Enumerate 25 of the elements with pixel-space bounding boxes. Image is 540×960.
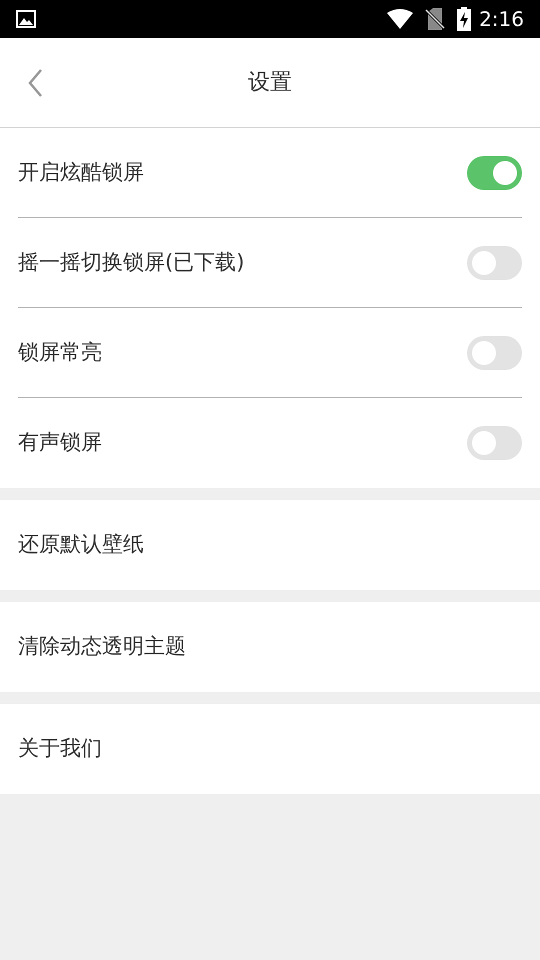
wifi-icon (387, 9, 414, 29)
row-label: 开启炫酷锁屏 (18, 158, 144, 186)
settings-row[interactable]: 开启炫酷锁屏 (18, 128, 522, 218)
settings-row[interactable]: 关于我们 (18, 704, 522, 794)
toggle-switch[interactable] (467, 336, 522, 370)
toggle-switch[interactable] (467, 156, 522, 190)
no-sim-icon (425, 8, 446, 30)
settings-row[interactable]: 还原默认壁纸 (18, 500, 522, 590)
image-icon (16, 10, 36, 28)
status-time: 2:16 (479, 6, 524, 33)
settings-row[interactable]: 清除动态透明主题 (18, 602, 522, 692)
settings-row[interactable]: 锁屏常亮 (18, 308, 522, 398)
row-label: 清除动态透明主题 (18, 633, 186, 660)
page-title: 设置 (248, 69, 292, 97)
toggle-switch[interactable] (467, 246, 522, 280)
row-label: 摇一摇切换锁屏(已下载) (18, 248, 244, 276)
settings-row[interactable]: 摇一摇切换锁屏(已下载) (18, 218, 522, 308)
battery-charging-icon (457, 7, 472, 31)
row-label: 锁屏常亮 (18, 338, 102, 366)
settings-row[interactable]: 有声锁屏 (18, 398, 522, 488)
back-chevron-icon (27, 68, 43, 98)
row-label: 还原默认壁纸 (18, 531, 144, 558)
row-label: 关于我们 (18, 735, 102, 762)
toggle-switch[interactable] (467, 426, 522, 460)
row-label: 有声锁屏 (18, 429, 102, 456)
